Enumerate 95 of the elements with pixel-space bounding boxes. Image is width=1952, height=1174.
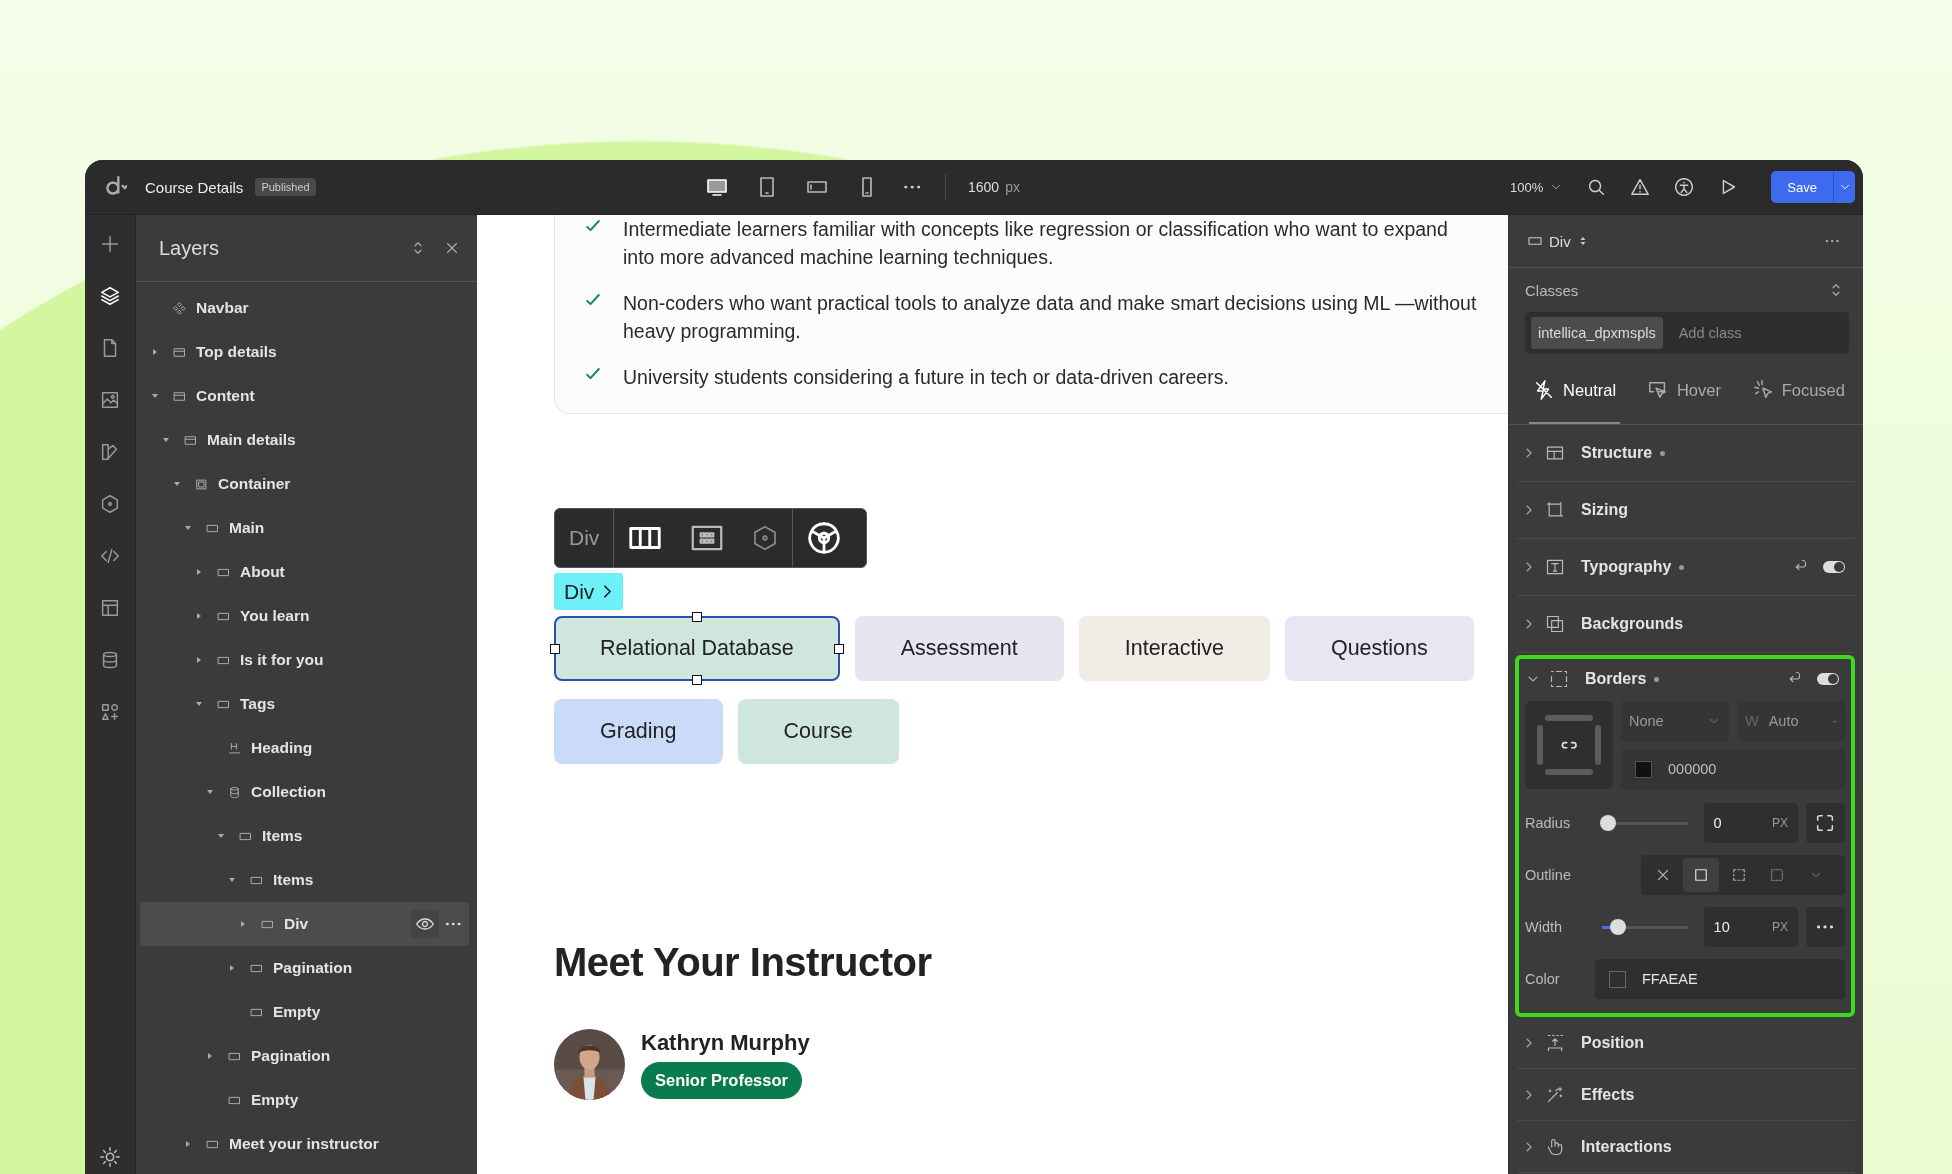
effects-icon: [1545, 1084, 1565, 1105]
layer-item[interactable]: About: [140, 550, 469, 594]
layer-item[interactable]: Heading: [140, 726, 469, 770]
cursor-icon: [1646, 379, 1669, 401]
layer-item[interactable]: Pagination: [140, 946, 469, 990]
instructor-name: Kathryn Murphy: [641, 1030, 810, 1056]
section-header[interactable]: Position: [1517, 1017, 1855, 1069]
section-title: Backgrounds: [1581, 615, 1684, 633]
section-header[interactable]: Typography: [1517, 539, 1855, 596]
section-heading: Meet Your Instructor: [554, 940, 933, 985]
section-title: Sizing: [1581, 501, 1629, 519]
backgrounds-icon: [1545, 614, 1565, 634]
section-header[interactable]: Interactions: [1517, 1121, 1855, 1173]
state-tab[interactable]: Neutral: [1529, 358, 1621, 424]
borders-icon: [1549, 669, 1569, 689]
save-button[interactable]: Save: [1771, 171, 1833, 203]
state-tab[interactable]: Hover: [1642, 358, 1725, 424]
color-field[interactable]: 000000: [1621, 749, 1845, 789]
status-badge: Published: [255, 178, 316, 196]
sparkle-icon: [1751, 379, 1774, 401]
tag-chip[interactable]: Assessment: [854, 616, 1064, 681]
solid-square-icon[interactable]: [1683, 858, 1719, 892]
database-icon: [227, 784, 242, 800]
section-header[interactable]: Backgrounds: [1517, 596, 1855, 653]
layer-item[interactable]: Div: [140, 902, 469, 946]
width-input[interactable]: 10 PX: [1703, 907, 1798, 947]
section-title: Borders: [1585, 670, 1647, 688]
corners-button[interactable]: [1805, 803, 1845, 843]
audience-text: Non-coders who want practical tools to analyze data and make smart decisions using ML —without heavy programming.: [623, 291, 1478, 344]
sun-icon[interactable]: [99, 1146, 121, 1168]
layer-item[interactable]: Main: [140, 506, 469, 550]
layer-item[interactable]: Pagination: [140, 1034, 469, 1078]
section-title: Typography: [1581, 558, 1672, 576]
layer-item[interactable]: Meet your instructor: [140, 1122, 469, 1166]
zoom-value[interactable]: 100%: [1510, 179, 1544, 195]
tag-chip[interactable]: Interactive: [1078, 616, 1270, 681]
color-label: Color: [1525, 971, 1561, 987]
section-title: Position: [1581, 1033, 1645, 1052]
layer-item[interactable]: Collection: [140, 770, 469, 814]
toggle-switch[interactable]: [1817, 673, 1839, 685]
state-tab[interactable]: Focused: [1747, 358, 1849, 424]
tag-chip[interactable]: Questions: [1284, 616, 1474, 681]
element-breadcrumb[interactable]: Div: [554, 573, 624, 610]
section-header[interactable]: Effects: [1517, 1069, 1855, 1121]
page-title: Course Details: [145, 178, 244, 196]
layer-item[interactable]: Tags: [140, 682, 469, 726]
tag-chip[interactable]: Grading: [554, 699, 723, 764]
typography-icon: [1545, 557, 1565, 577]
layer-item[interactable]: Content: [140, 374, 469, 418]
section-header[interactable]: Structure: [1517, 425, 1855, 482]
width-value[interactable]: 1600: [968, 179, 1000, 195]
layer-item[interactable]: Empty: [140, 990, 469, 1034]
radius-label: Radius: [1525, 815, 1572, 831]
class-chip[interactable]: intellica_dpxmspls: [1531, 317, 1663, 349]
panel-title: Layers: [159, 236, 221, 260]
section-header[interactable]: Borders: [1521, 659, 1849, 699]
toggle-switch[interactable]: [1823, 561, 1845, 573]
more-icon: [1816, 925, 1835, 929]
outline-label: Outline: [1525, 867, 1572, 883]
warning-icon[interactable]: [1629, 176, 1652, 198]
accessibility-icon[interactable]: [1673, 176, 1696, 198]
audience-text: University students considering a future in tech or data-driven careers.: [623, 365, 1229, 390]
layer-item[interactable]: Container: [140, 462, 469, 506]
color-field[interactable]: FFAEAE: [1595, 959, 1845, 999]
section-header[interactable]: Sizing: [1517, 482, 1855, 539]
section-title: Interactions: [1581, 1137, 1672, 1156]
width-label: Width: [1525, 919, 1564, 935]
audience-text: Intermediate learners familiar with concepts like regression or classification who want to expand into more advanced machine learning techniques.: [623, 217, 1449, 270]
role-badge: Senior Professor: [641, 1062, 802, 1099]
interactions-icon: [1545, 1136, 1565, 1157]
heading-icon: [227, 740, 242, 756]
layer-item[interactable]: You learn: [140, 594, 469, 638]
layer-item[interactable]: Items: [140, 858, 469, 902]
element-selector[interactable]: Div: [1549, 232, 1571, 250]
style-dropdown[interactable]: None: [1621, 701, 1729, 741]
section-title: Structure: [1581, 444, 1653, 462]
section-title: Effects: [1581, 1085, 1635, 1104]
chevron-icon: [604, 585, 612, 598]
layer-item[interactable]: Top details: [140, 330, 469, 374]
position-icon: [1545, 1032, 1565, 1053]
layer-item[interactable]: Main details: [140, 418, 469, 462]
container-icon: [194, 476, 209, 492]
layer-item[interactable]: Empty: [140, 1078, 469, 1122]
layer-item[interactable]: Navbar: [140, 286, 469, 330]
radius-input[interactable]: 0 PX: [1703, 803, 1798, 843]
bolt-icon: [1533, 379, 1555, 401]
layer-item[interactable]: Items: [140, 814, 469, 858]
component-icon: [172, 300, 187, 316]
eye-icon[interactable]: [411, 910, 439, 938]
class-field[interactable]: intellica_dpxmspls Add class: [1525, 312, 1849, 354]
element-type-label: Div: [568, 526, 601, 550]
classes-label: Classes: [1525, 281, 1579, 299]
width-unit: px: [1005, 179, 1020, 195]
layer-item[interactable]: Is it for you: [140, 638, 469, 682]
tag-chip[interactable]: Course: [737, 699, 899, 764]
